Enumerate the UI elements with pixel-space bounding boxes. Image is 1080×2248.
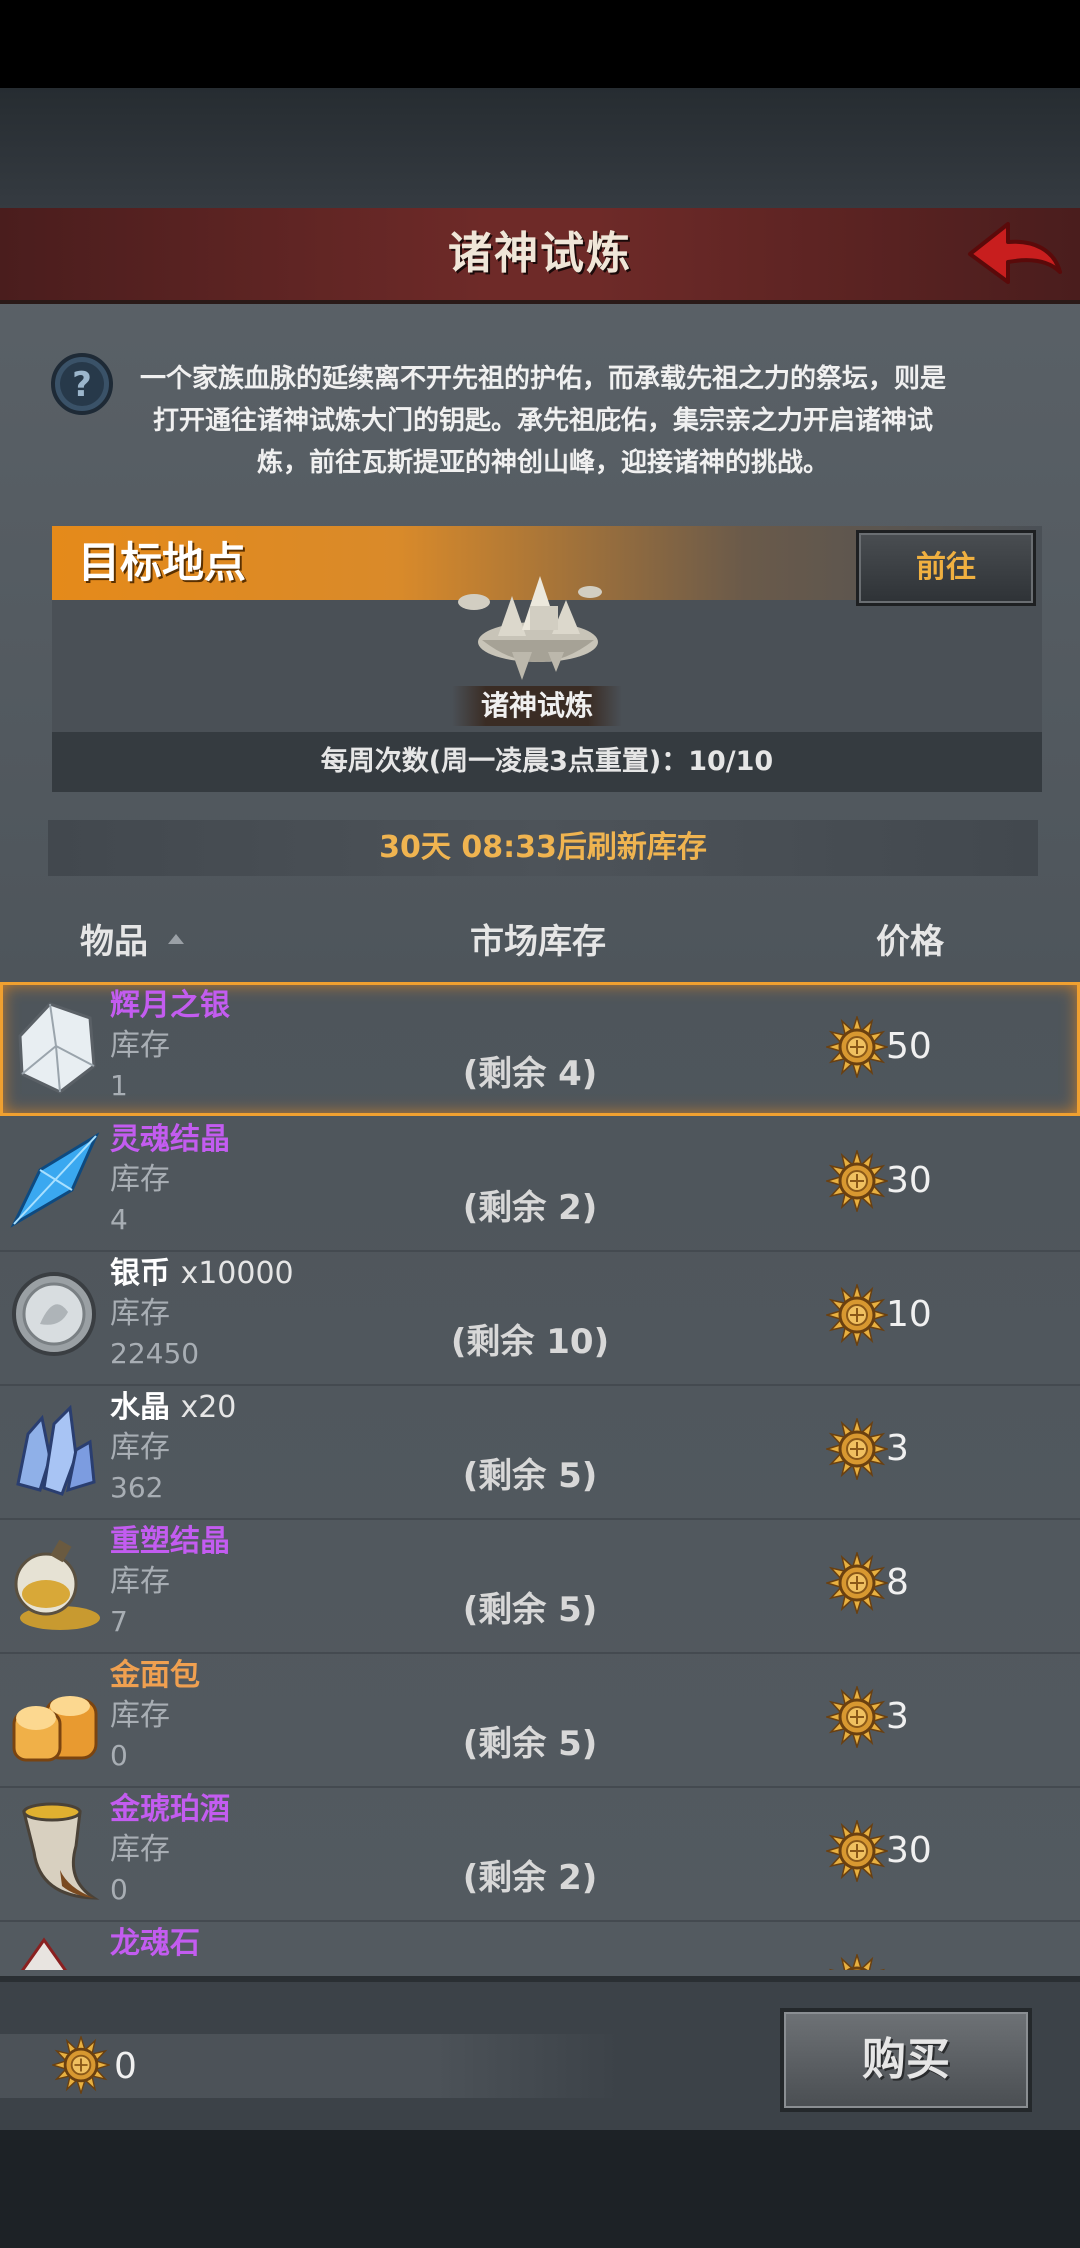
refresh-timer: 30天 08:33后刷新库存: [48, 820, 1038, 876]
stock-value: 7: [110, 1605, 128, 1638]
list-item[interactable]: 辉月之银 库存 1 (剩余 4) 50: [0, 982, 1080, 1116]
floating-island-icon[interactable]: [452, 556, 612, 684]
list-item[interactable]: 金面包 库存 0 (剩余 5) 3: [0, 1652, 1080, 1788]
remaining-count: (剩余 5): [462, 1590, 598, 1630]
stock-value: 0: [110, 1873, 128, 1906]
stock-value: 4: [110, 1203, 128, 1236]
item-price: 50: [886, 1026, 932, 1067]
remaining-count: (剩余 10): [450, 1322, 610, 1362]
list-item[interactable]: 银币 x10000 库存 22450 (剩余 10) 10: [0, 1250, 1080, 1386]
remaining-count: (剩余 2): [462, 1858, 598, 1898]
item-name: 辉月之银: [110, 988, 230, 1023]
trial-coin-icon: [824, 1416, 890, 1482]
item-name: 金面包: [110, 1658, 200, 1693]
item-name: 灵魂结晶: [110, 1122, 230, 1157]
bottom-backdrop: [0, 2130, 1080, 2248]
wallet-amount: 0: [114, 2046, 137, 2087]
soul-crystal-icon: [10, 1130, 100, 1230]
item-name: 银币 x10000: [110, 1256, 294, 1291]
page-title: 诸神试炼: [448, 228, 632, 279]
stock-value: 362: [110, 1471, 164, 1504]
trial-coin-icon: [824, 1684, 890, 1750]
remaining-count: (剩余 4): [462, 1054, 598, 1094]
item-price: 30: [886, 1830, 932, 1871]
remaining-count: (剩余 5): [462, 1456, 598, 1496]
item-price: 30: [886, 1160, 932, 1201]
list-item[interactable]: 龙魂石: [0, 1920, 1080, 1970]
list-item[interactable]: 金琥珀酒 库存 0 (剩余 2) 30: [0, 1786, 1080, 1922]
trial-coin-icon: [824, 1148, 890, 1214]
back-arrow-icon: [968, 222, 1062, 284]
svg-text:?: ?: [72, 365, 92, 405]
remaining-count: (剩余 5): [462, 1724, 598, 1764]
trial-coin-icon: [826, 1952, 888, 1970]
item-price: 3: [886, 1428, 909, 1469]
stock-label: 库存: [110, 1162, 170, 1197]
help-icon[interactable]: ?: [50, 352, 114, 416]
golden-bread-icon: [10, 1666, 100, 1766]
list-item[interactable]: 灵魂结晶 库存 4 (剩余 2) 30: [0, 1116, 1080, 1252]
silver-coin-icon: [10, 1264, 100, 1364]
item-price: 8: [886, 1562, 909, 1603]
crystal-icon: [10, 1398, 100, 1498]
stock-label: 库存: [110, 1832, 170, 1867]
remaining-count: (剩余 2): [462, 1188, 598, 1228]
sort-up-icon: [168, 934, 184, 944]
amber-wine-horn-icon: [10, 1800, 100, 1900]
trial-coin-icon: [824, 1014, 890, 1080]
reshape-crystal-icon: [10, 1532, 100, 1632]
item-name: 龙魂石: [110, 1926, 200, 1961]
top-backdrop: [0, 88, 1080, 208]
goto-button[interactable]: 前往: [856, 530, 1036, 606]
location-name: 诸神试炼: [452, 686, 622, 726]
trial-coin-icon: [824, 1282, 890, 1348]
item-price: 10: [886, 1294, 932, 1335]
item-name: 金琥珀酒: [110, 1792, 230, 1827]
item-name: 重塑结晶: [110, 1524, 230, 1559]
stock-value: 22450: [110, 1337, 200, 1370]
stock-label: 库存: [110, 1430, 170, 1465]
list-item[interactable]: 水晶 x20 库存 362 (剩余 5) 3: [0, 1384, 1080, 1520]
buy-button[interactable]: 购买: [780, 2008, 1032, 2112]
dragon-soul-stone-icon: [10, 1934, 100, 1970]
intro-text: 一个家族血脉的延续离不开先祖的护佑，而承载先祖之力的祭坛，则是打开通往诸神试炼大…: [139, 364, 946, 478]
list-item[interactable]: 重塑结晶 库存 7 (剩余 5) 8: [0, 1518, 1080, 1654]
item-name: 水晶 x20: [110, 1390, 237, 1425]
silver-ore-icon: [10, 996, 100, 1096]
target-title: 目标地点: [78, 538, 247, 587]
trial-coin-icon: [50, 2034, 112, 2096]
stock-label: 库存: [110, 1564, 170, 1599]
stock-label: 库存: [110, 1028, 170, 1063]
back-button[interactable]: [964, 216, 1064, 292]
stock-value: 1: [110, 1069, 128, 1102]
stock-label: 库存: [110, 1698, 170, 1733]
trial-coin-icon: [824, 1550, 890, 1616]
stock-label: 库存: [110, 1296, 170, 1331]
item-price: 3: [886, 1696, 909, 1737]
stock-value: 0: [110, 1739, 128, 1772]
column-price: 价格: [876, 922, 944, 962]
trial-coin-icon: [824, 1818, 890, 1884]
weekly-count: 每周次数(周一凌晨3点重置)：10/10: [52, 732, 1042, 792]
status-bar: [0, 0, 1080, 88]
header-bar: 诸神试炼: [0, 208, 1080, 304]
column-headers: 物品 市场库存 价格: [0, 900, 1080, 984]
column-stock: 市场库存: [470, 922, 606, 962]
column-item[interactable]: 物品: [80, 900, 148, 984]
item-list[interactable]: 辉月之银 库存 1 (剩余 4) 50 灵魂结晶 库存 4 (剩余 2) 30 …: [0, 982, 1080, 1970]
